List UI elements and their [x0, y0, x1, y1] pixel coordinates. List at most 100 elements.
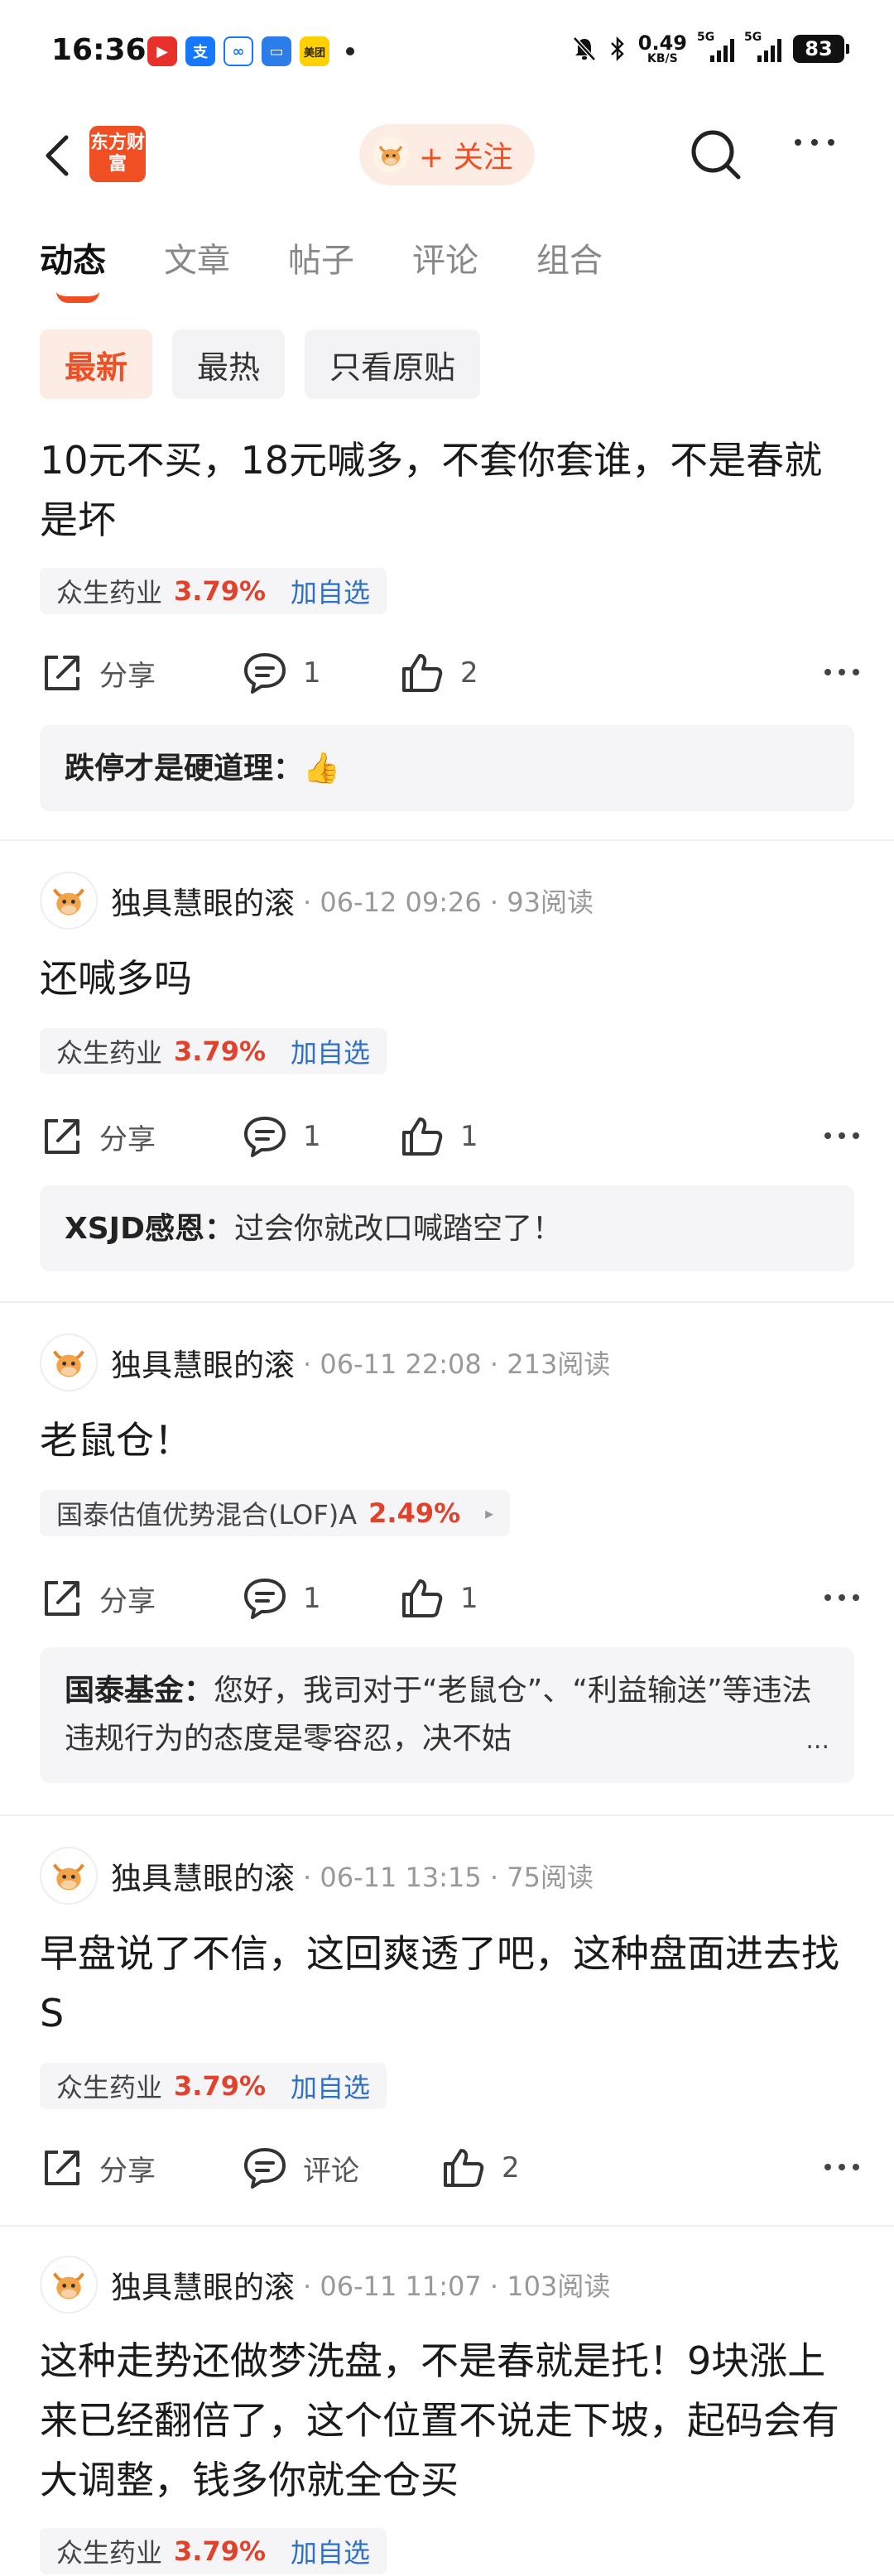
bull-avatar-icon — [53, 1863, 84, 1891]
cloud-app-icon: ∞ — [223, 36, 253, 66]
filter-hottest[interactable]: 最热 — [172, 329, 286, 399]
user-avatar[interactable] — [40, 1334, 98, 1391]
share-button[interactable]: 分享 — [40, 2139, 156, 2197]
post-more-icon[interactable] — [824, 1132, 859, 1139]
tab-articles[interactable]: 文章 — [164, 233, 230, 281]
stock-tag[interactable]: 众生药业 3.79% 加自选 — [40, 2063, 387, 2109]
notification-icons: ▶ 支 ∞ ▭ 美团 — [147, 36, 354, 66]
featured-reply[interactable]: XSJD感恩：过会你就改口喊踏空了！ — [40, 1185, 854, 1271]
post-header: 独具慧眼的滚 · 06-11 11:07 · 103阅读 — [40, 2255, 610, 2314]
featured-reply[interactable]: 跌停才是硬道理：👍 — [40, 725, 854, 811]
post-meta: · 06-11 11:07 · 103阅读 — [303, 2271, 611, 2302]
comment-button[interactable]: 评论 — [242, 2139, 359, 2197]
thumbs-up-icon — [444, 2149, 484, 2187]
signal-icon-2: 5G — [744, 31, 781, 62]
post-more-icon[interactable] — [824, 2164, 859, 2170]
comment-icon — [244, 653, 286, 694]
author-name[interactable]: 独具慧眼的滚 — [111, 1340, 295, 1385]
stock-tag[interactable]: 众生药业 3.79% 加自选 — [40, 2528, 387, 2574]
share-button[interactable]: 分享 — [40, 1108, 156, 1165]
filter-chips: 最新 最热 只看原贴 — [40, 329, 481, 399]
add-watchlist-link[interactable]: 加自选 — [291, 1032, 370, 1070]
bluetooth-icon — [610, 36, 624, 62]
more-notifications-dot — [346, 47, 354, 55]
share-icon — [45, 1119, 79, 1154]
share-icon — [45, 2151, 79, 2185]
like-button[interactable]: 1 — [399, 1108, 478, 1165]
add-watchlist-link[interactable]: 加自选 — [291, 572, 370, 610]
post-header: 独具慧眼的滚 · 06-11 22:08 · 213阅读 — [40, 1333, 610, 1392]
bull-avatar-icon — [53, 888, 84, 916]
filter-latest[interactable]: 最新 — [40, 329, 153, 399]
tab-portfolio[interactable]: 组合 — [536, 233, 603, 281]
fund-tag[interactable]: 国泰估值优势混合(LOF)A 2.49% ▸ — [40, 1490, 511, 1536]
meituan-icon: 美团 — [300, 36, 329, 66]
video-app-icon: ▶ — [147, 36, 177, 66]
tab-comments[interactable]: 评论 — [412, 233, 478, 281]
share-button[interactable]: 分享 — [40, 644, 156, 702]
thumbs-up-icon — [402, 654, 443, 692]
tab-posts[interactable]: 帖子 — [288, 233, 354, 281]
post-actions: 分享 评论 2 — [40, 2139, 859, 2197]
comment-button[interactable]: 1 — [242, 1108, 321, 1165]
post-text: 早盘说了不信，这回爽透了吧，这种盘面进去找S — [40, 1931, 839, 2035]
search-icon[interactable] — [687, 126, 745, 184]
chevron-right-icon: ▸ — [485, 1503, 494, 1523]
bull-avatar-icon — [53, 2272, 84, 2300]
divider — [0, 1814, 894, 1816]
user-avatar[interactable] — [40, 1847, 98, 1905]
more-options-icon[interactable] — [795, 139, 834, 146]
mute-bell-icon — [572, 36, 596, 61]
post-more-icon[interactable] — [824, 669, 859, 675]
like-button[interactable]: 2 — [440, 2139, 520, 2197]
stock-tag[interactable]: 众生药业 3.79% 加自选 — [40, 568, 387, 614]
share-icon — [45, 1581, 79, 1616]
featured-reply[interactable]: 国泰基金：您好，我司对于“老鼠仓”、“利益输送”等违法违规行为的态度是零容忍，决… — [40, 1647, 854, 1783]
like-button[interactable]: 1 — [399, 1569, 478, 1627]
post-meta: · 06-11 22:08 · 213阅读 — [303, 1348, 611, 1380]
author-name[interactable]: 独具慧眼的滚 — [111, 878, 295, 923]
status-time: 16:36 — [51, 33, 147, 67]
eastmoney-logo: 东方财富 — [89, 126, 146, 182]
share-button[interactable]: 分享 — [40, 1569, 156, 1627]
stock-tag[interactable]: 众生药业 3.79% 加自选 — [40, 1028, 387, 1074]
comment-button[interactable]: 1 — [242, 644, 321, 702]
active-tab-indicator — [56, 291, 99, 303]
post-actions: 分享 1 1 — [40, 1569, 859, 1627]
post-text: 还喊多吗 — [40, 956, 192, 1001]
thumbs-up-icon — [402, 1117, 443, 1156]
status-right: 0.49 KB/S 5G 5G 83 — [572, 31, 849, 65]
post-text: 老鼠仓！ — [40, 1418, 192, 1463]
filter-original-only[interactable]: 只看原贴 — [305, 329, 481, 399]
comment-button[interactable]: 1 — [242, 1569, 321, 1627]
follow-label: + 关注 — [419, 141, 513, 175]
post-more-icon[interactable] — [824, 1594, 859, 1601]
calendar-app-icon: ▭ — [262, 36, 291, 66]
like-button[interactable]: 2 — [399, 644, 478, 702]
network-speed: 0.49 KB/S — [637, 31, 687, 65]
post-meta: · 06-11 13:15 · 75阅读 — [303, 1862, 594, 1893]
divider — [0, 1301, 894, 1303]
post-header: 独具慧眼的滚 · 06-12 09:26 · 93阅读 — [40, 871, 594, 930]
post-meta: · 06-12 09:26 · 93阅读 — [303, 887, 594, 918]
comment-icon — [244, 1117, 286, 1157]
user-avatar[interactable] — [40, 872, 98, 930]
comment-icon — [244, 1579, 286, 1619]
comment-icon — [244, 2148, 286, 2189]
alipay-icon: 支 — [185, 36, 215, 66]
post-text: 这种走势还做梦洗盘，不是春就是托！9块涨上来已经翻倍了，这个位置不说走下坡，起码… — [40, 2338, 839, 2502]
author-name[interactable]: 独具慧眼的滚 — [111, 1853, 295, 1898]
divider — [0, 839, 894, 841]
user-avatar[interactable] — [40, 2256, 98, 2314]
author-name[interactable]: 独具慧眼的滚 — [111, 2262, 295, 2307]
back-arrow-icon[interactable] — [36, 131, 86, 180]
battery-icon: 83 — [793, 35, 849, 63]
follow-button[interactable]: + 关注 — [359, 124, 535, 185]
post-actions: 分享 1 1 — [40, 1108, 859, 1165]
bull-avatar-icon — [372, 137, 409, 173]
tab-dynamic[interactable]: 动态 — [40, 233, 106, 281]
add-watchlist-link[interactable]: 加自选 — [291, 2532, 370, 2570]
post-text: 10元不买，18元喊多，不套你套谁，不是春就是坏 — [40, 438, 823, 542]
signal-icon: 5G — [697, 31, 734, 62]
add-watchlist-link[interactable]: 加自选 — [291, 2067, 370, 2105]
